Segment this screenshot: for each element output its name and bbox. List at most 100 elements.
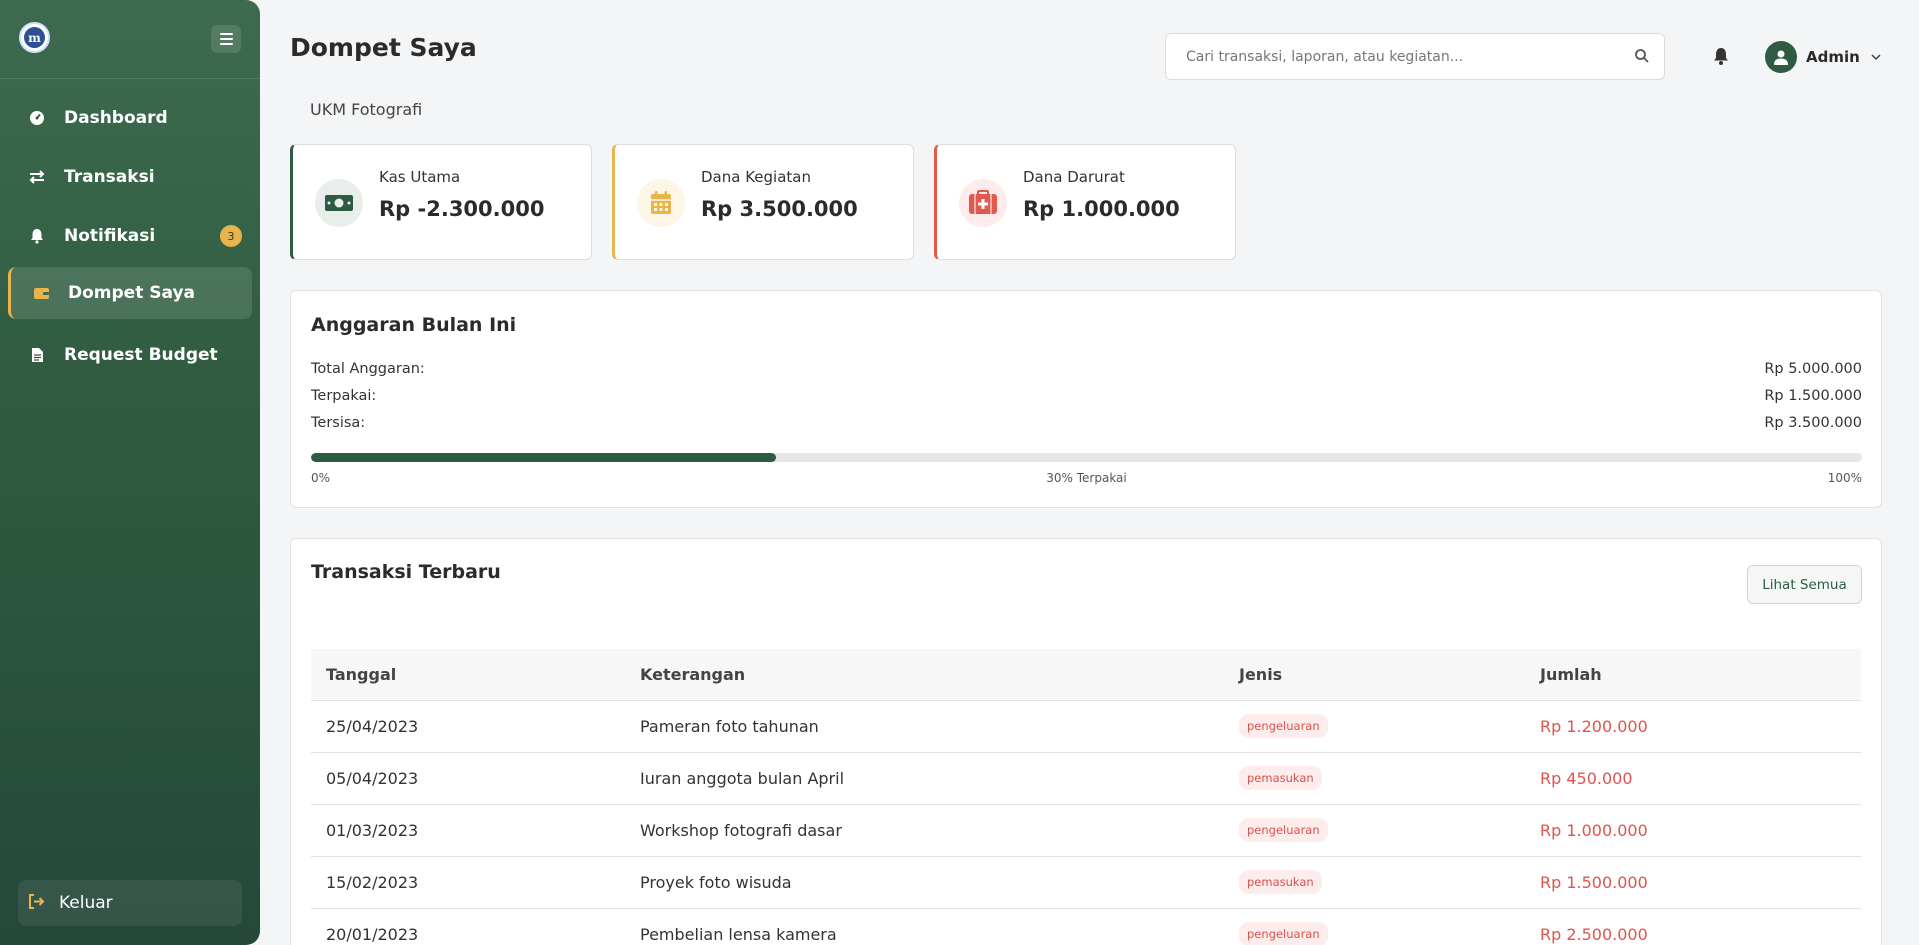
progress-mid-label: 30% Terpakai [1046, 471, 1127, 485]
monthly-budget-panel: Anggaran Bulan Ini Total Anggaran: Rp 5.… [290, 290, 1882, 508]
sidebar-item-label: Dompet Saya [68, 283, 195, 303]
sidebar-header: m [0, 0, 260, 79]
table-header-row: Tanggal Keterangan Jenis Jumlah [311, 649, 1861, 701]
date-cell: 01/03/2023 [311, 804, 625, 857]
wallet-balance: Rp 1.000.000 [1023, 197, 1180, 221]
transactions-title: Transaksi Terbaru [311, 561, 501, 583]
search-input[interactable] [1166, 34, 1606, 79]
user-menu[interactable]: Admin [1765, 40, 1882, 73]
logout-icon [28, 893, 45, 913]
type-badge: pengeluaran [1239, 818, 1328, 842]
type-badge: pengeluaran [1239, 714, 1328, 738]
column-header[interactable]: Jenis [1224, 649, 1525, 701]
amount-cell: Rp 2.500.000 [1525, 908, 1861, 945]
sidebar-item-transaksi[interactable]: Transaksi [8, 151, 252, 203]
hamburger-icon-line [219, 43, 233, 45]
hamburger-icon-line [219, 38, 233, 40]
document-icon [26, 344, 48, 366]
sidebar-item-request-budget[interactable]: Request Budget [8, 329, 252, 381]
view-all-button[interactable]: Lihat Semua [1747, 565, 1862, 604]
budget-progress-fill [311, 453, 777, 462]
notification-count-badge: 3 [220, 225, 242, 247]
amount-cell: Rp 1.200.000 [1525, 700, 1861, 753]
budget-row-value: Rp 1.500.000 [1764, 388, 1862, 404]
sidebar: m Dashboard Transaksi Notifikasi 3 Dompe… [0, 0, 260, 945]
budget-title: Anggaran Bulan Ini [311, 314, 517, 336]
budget-row-label: Total Anggaran: [311, 361, 425, 377]
progress-max-label: 100% [1827, 471, 1862, 485]
first-aid-icon [959, 179, 1007, 227]
notification-bell-icon[interactable] [1711, 46, 1731, 66]
amount-cell: Rp 450.000 [1525, 752, 1861, 805]
progress-min-label: 0% [311, 471, 331, 485]
dashboard-icon [26, 107, 48, 129]
date-cell: 25/04/2023 [311, 700, 625, 753]
wallet-icon [30, 282, 52, 304]
date-cell: 20/01/2023 [311, 908, 625, 945]
search-bar [1165, 33, 1665, 80]
logout-label: Keluar [59, 893, 113, 913]
menu-toggle-button[interactable] [211, 25, 241, 53]
exchange-icon [26, 166, 48, 188]
user-avatar-icon [1765, 40, 1797, 73]
wallet-label: Dana Darurat [1023, 168, 1125, 186]
table-row[interactable]: 20/01/2023 Pembelian lensa kamera pengel… [311, 908, 1861, 945]
wallet-card-dana-darurat[interactable]: Dana Darurat Rp 1.000.000 [934, 144, 1236, 260]
type-cell: pengeluaran [1224, 908, 1525, 945]
wallet-card-kas-utama[interactable]: Kas Utama Rp -2.300.000 [290, 144, 592, 260]
user-name: Admin [1806, 47, 1860, 66]
sidebar-item-dashboard[interactable]: Dashboard [8, 92, 252, 144]
budget-row-remaining: Tersisa: Rp 3.500.000 [311, 415, 1862, 431]
type-cell: pemasukan [1224, 856, 1525, 909]
table-row[interactable]: 25/04/2023 Pameran foto tahunan pengelua… [311, 700, 1861, 753]
type-cell: pengeluaran [1224, 700, 1525, 753]
budget-row-value: Rp 5.000.000 [1764, 361, 1862, 377]
calendar-icon [637, 179, 685, 227]
sidebar-item-notifikasi[interactable]: Notifikasi 3 [8, 210, 252, 262]
type-cell: pemasukan [1224, 752, 1525, 805]
description-cell: Iuran anggota bulan April [625, 752, 1224, 805]
table-row[interactable]: 05/04/2023 Iuran anggota bulan April pem… [311, 752, 1861, 805]
column-header[interactable]: Jumlah [1525, 649, 1861, 701]
hamburger-icon-line [219, 33, 233, 35]
type-badge: pemasukan [1239, 766, 1322, 790]
date-cell: 15/02/2023 [311, 856, 625, 909]
description-cell: Pembelian lensa kamera [625, 908, 1224, 945]
type-badge: pengeluaran [1239, 922, 1328, 945]
column-header[interactable]: Keterangan [625, 649, 1224, 701]
type-cell: pengeluaran [1224, 804, 1525, 857]
organization-name: UKM Fotografi [310, 100, 423, 119]
date-cell: 05/04/2023 [311, 752, 625, 805]
wallet-balance: Rp 3.500.000 [701, 197, 858, 221]
bell-icon [26, 225, 48, 247]
search-icon[interactable] [1634, 48, 1650, 64]
logout-button[interactable]: Keluar [18, 880, 242, 926]
wallet-balance: Rp -2.300.000 [379, 197, 545, 221]
budget-row-used: Terpakai: Rp 1.500.000 [311, 388, 1862, 404]
budget-row-label: Terpakai: [311, 388, 377, 404]
budget-progress-bar [311, 453, 1862, 462]
budget-row-value: Rp 3.500.000 [1764, 415, 1862, 431]
column-header[interactable]: Tanggal [311, 649, 625, 701]
transactions-table: Tanggal Keterangan Jenis Jumlah 25/04/20… [311, 649, 1861, 945]
description-cell: Workshop fotografi dasar [625, 804, 1224, 857]
sidebar-item-label: Request Budget [64, 345, 218, 365]
money-icon [315, 179, 363, 227]
wallet-label: Dana Kegiatan [701, 168, 811, 186]
budget-row-total: Total Anggaran: Rp 5.000.000 [311, 361, 1862, 377]
sidebar-item-label: Notifikasi [64, 226, 156, 246]
sidebar-item-dompet-saya[interactable]: Dompet Saya [8, 267, 252, 319]
recent-transactions-panel: Transaksi Terbaru Lihat Semua Tanggal Ke… [290, 538, 1882, 945]
wallet-card-dana-kegiatan[interactable]: Dana Kegiatan Rp 3.500.000 [612, 144, 914, 260]
page-title: Dompet Saya [290, 33, 477, 62]
table-row[interactable]: 01/03/2023 Workshop fotografi dasar peng… [311, 804, 1861, 857]
sidebar-item-label: Dashboard [64, 108, 168, 128]
description-cell: Pameran foto tahunan [625, 700, 1224, 753]
type-badge: pemasukan [1239, 870, 1322, 894]
description-cell: Proyek foto wisuda [625, 856, 1224, 909]
app-logo[interactable]: m [19, 22, 50, 53]
wallet-label: Kas Utama [379, 168, 461, 186]
chevron-down-icon [1871, 53, 1881, 60]
table-row[interactable]: 15/02/2023 Proyek foto wisuda pemasukan … [311, 856, 1861, 909]
sidebar-item-label: Transaksi [64, 167, 155, 187]
